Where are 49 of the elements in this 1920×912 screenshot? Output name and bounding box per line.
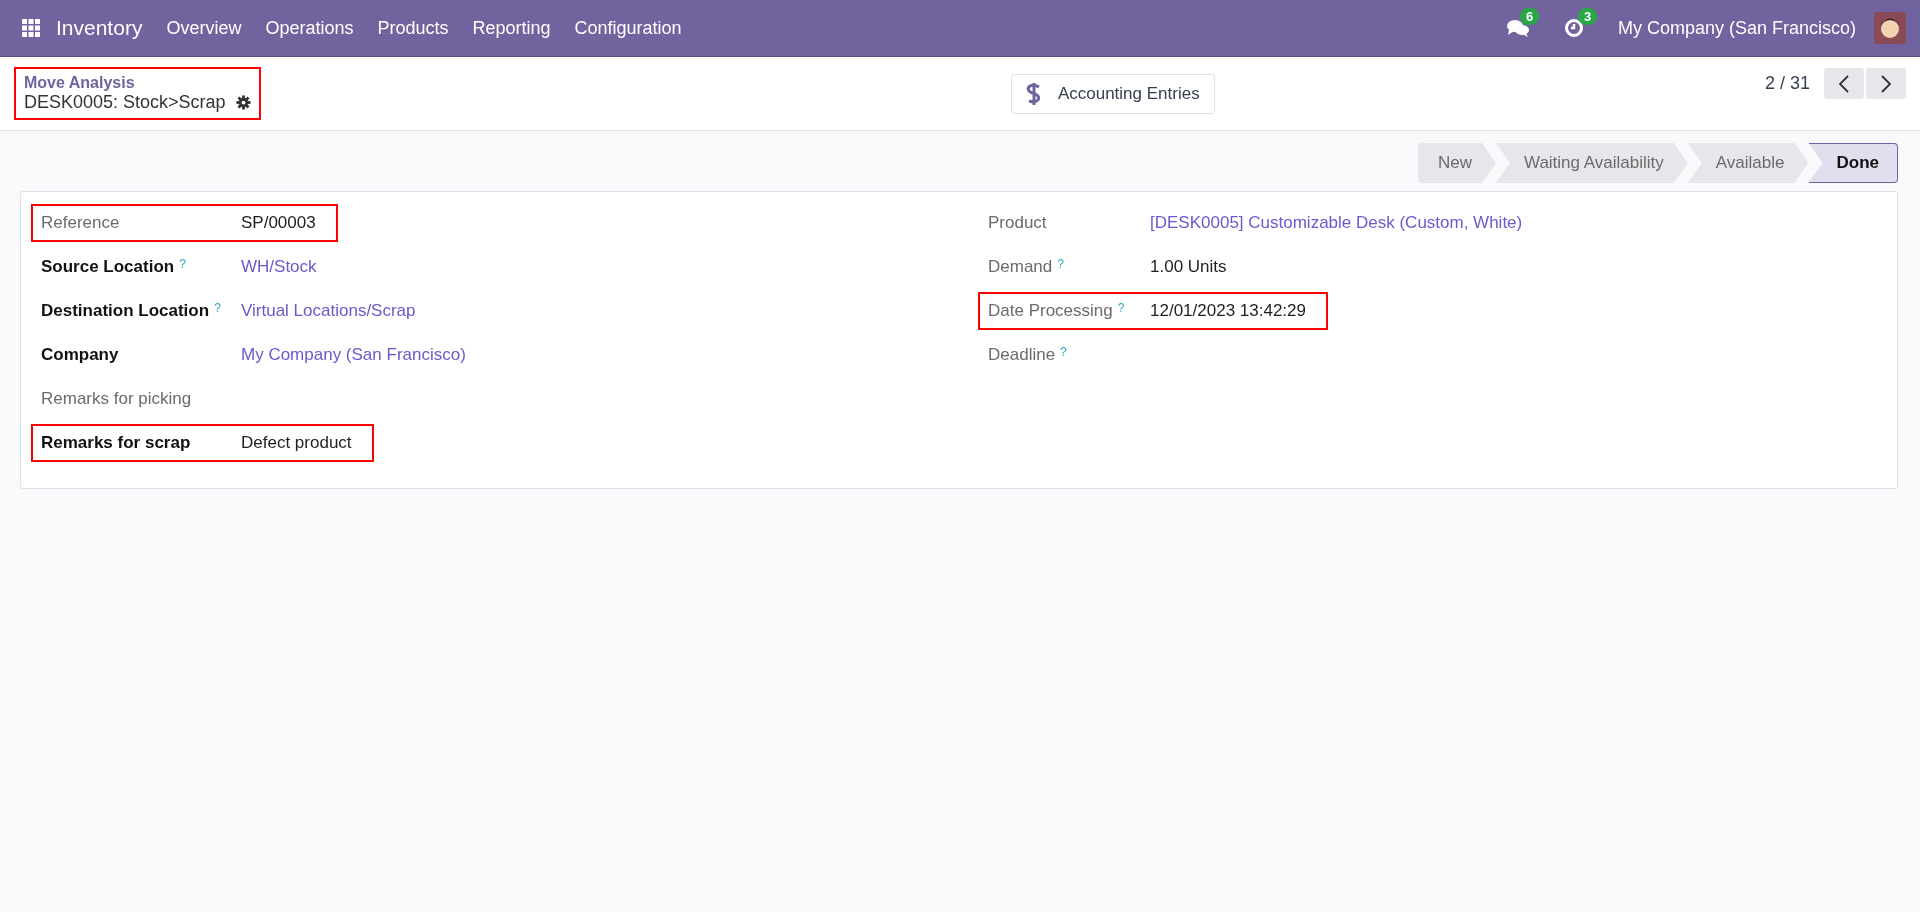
previous-button[interactable] [1824,68,1864,99]
menu-item[interactable]: Configuration [574,17,682,39]
menu-item[interactable]: Reporting [472,17,551,39]
apps-grid-icon[interactable] [22,19,40,37]
field-label: Destination Location [41,301,210,321]
field-link[interactable]: WH/Stock [241,257,317,277]
status-stage[interactable]: Done [1808,143,1898,183]
field-link[interactable]: Virtual Locations/Scrap [241,301,416,321]
next-button[interactable] [1866,68,1906,99]
record-title: DESK0005: Stock>Scrap [24,92,226,113]
field-label: Demand [988,257,1053,277]
field-label: Company [41,345,119,365]
accounting-entries-button[interactable]: Accounting Entries [1010,73,1215,114]
help-tooltip-icon[interactable]: ? [179,257,186,271]
field-value: 12/01/2023 13:42:29 [1150,301,1306,321]
breadcrumb-link[interactable]: Move Analysis [24,74,251,92]
field-value: 1.00 Units [1150,257,1227,277]
chevron-right-icon [1881,74,1891,93]
field-link[interactable]: My Company (San Francisco) [241,345,466,365]
status-stage[interactable]: Waiting Availability [1495,143,1688,183]
field-value: Defect product [241,433,352,453]
status-stage[interactable]: Available [1687,143,1809,183]
field-label: Remarks for picking [41,389,192,409]
field-label: Remarks for scrap [41,433,191,453]
field-link[interactable]: [DESK0005] Customizable Desk (Custom, White) [1150,213,1523,233]
status-stage[interactable]: New [1417,143,1496,183]
help-tooltip-icon[interactable]: ? [1057,257,1064,271]
help-tooltip-icon[interactable]: ? [214,301,221,315]
menu-item[interactable]: Products [377,17,449,39]
field-label: Date Processing [988,301,1113,321]
menu-item[interactable]: Overview [166,17,242,39]
activity-count-badge: 3 [1577,8,1598,25]
help-tooltip-icon[interactable]: ? [1117,301,1125,315]
company-switcher[interactable]: My Company (San Francisco) [1617,17,1856,39]
menu-item[interactable]: Operations [265,17,354,39]
chevron-left-icon [1839,74,1849,93]
field-label: Deadline [988,345,1056,365]
clock-icon[interactable] [1563,18,1584,38]
avatar-icon[interactable] [1874,12,1906,44]
help-tooltip-icon[interactable]: ? [1060,345,1067,359]
app-name[interactable]: Inventory [56,16,143,40]
field-label: Source Location [41,257,175,277]
field-label: Reference [41,213,120,233]
field-label: Product [988,213,1047,233]
field-value: SP/00003 [241,213,316,233]
pager-counter: 2 / 31 [1764,73,1810,94]
gear-icon[interactable] [235,95,251,110]
dollar-icon [1025,80,1042,107]
message-count-badge: 6 [1519,8,1540,25]
